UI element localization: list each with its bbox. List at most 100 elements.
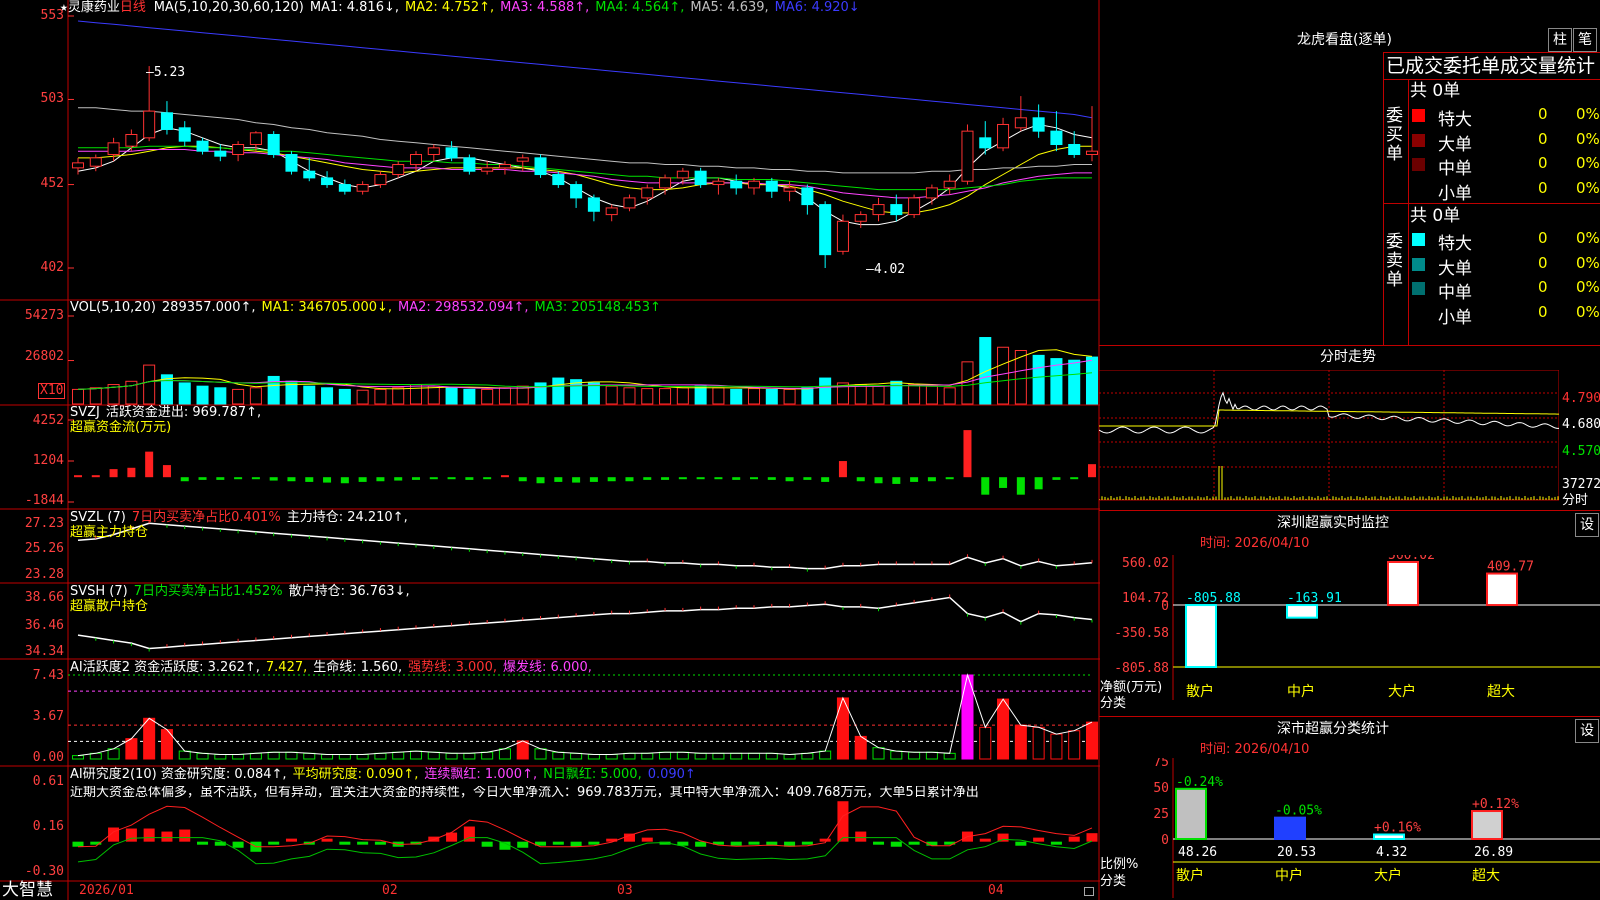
candle-down [552, 174, 565, 186]
classify-bar [1471, 810, 1503, 840]
candle-down [160, 112, 173, 130]
svsh-line [77, 596, 1093, 650]
vol-bar [890, 380, 903, 405]
bar-mode-button[interactable]: 柱 [1548, 28, 1572, 52]
monitor-time: 时间: 2026/04/10 [1200, 536, 1310, 551]
ai-bar [392, 751, 405, 760]
ai-bar [730, 752, 743, 760]
candle-up [143, 110, 156, 139]
ai-bar [783, 753, 796, 760]
research-bar [179, 829, 191, 842]
research-bar [1050, 841, 1062, 845]
classify-value-label: 20.53 [1277, 845, 1316, 860]
svzj-bar [892, 477, 901, 484]
svsh-axis-top: 38.66 [24, 590, 64, 605]
svzl-axis-bottom: 23.28 [24, 567, 64, 582]
vol-bar [232, 388, 245, 405]
research-bar [819, 838, 831, 842]
lock-icon[interactable] [1084, 887, 1094, 896]
vol-bar [321, 387, 334, 405]
ai-bar [1085, 721, 1099, 760]
vol-bar [392, 387, 405, 405]
ai-bar [321, 753, 334, 760]
ma-line-ma5 [78, 107, 1092, 174]
ai-bar [1032, 726, 1045, 760]
classify-time: 时间: 2026/04/10 [1200, 742, 1310, 757]
ai-bar [979, 726, 992, 760]
monitor-bar-label: 409.77 [1487, 560, 1534, 575]
classify-category: 大户 [1374, 867, 1402, 884]
ai-bar [908, 751, 921, 760]
order-row-label: 特大 [1438, 110, 1472, 130]
vol-bar [71, 388, 85, 405]
classify-settings-button[interactable]: 设 [1575, 719, 1599, 743]
vol-ma-line [77, 359, 1093, 390]
vol-bar [783, 388, 796, 405]
kline-chart-area[interactable] [0, 0, 1100, 900]
vol-unit-badge: X10 [38, 383, 66, 399]
intraday-chart[interactable] [1099, 370, 1559, 510]
monitor-chart[interactable]: 560.02104.720-350.58-805.88-805.88 -163.9… [1099, 555, 1600, 715]
vol-header: VOL(5,10,20) 289357.000↑, MA1: 346705.000↓… [70, 301, 667, 315]
order-row-count: 0 [1538, 129, 1548, 148]
ai-bar [125, 738, 138, 760]
candle-up [409, 154, 423, 166]
vol-bar [925, 385, 938, 405]
candle-down [1050, 130, 1063, 146]
classify-chart[interactable]: 75 50 25 0 -0.24% 48.26 散户 -0.05% 20.53 中户 +0.16% 4… [1099, 758, 1600, 900]
svzj-bar [358, 477, 367, 482]
research-bar [570, 841, 582, 847]
ai-bar [819, 750, 832, 760]
vol-bar [730, 388, 743, 405]
monitor-axis-label: 560.02 [1122, 556, 1169, 571]
intraday-axis-bottom: 4.570 [1562, 444, 1600, 459]
period-label[interactable]: 日线 [120, 0, 146, 15]
header-item: MA2: 298532.094↑, [398, 300, 529, 315]
ai-research-header: AI研究度2(10) 资金研究度: 0.084↑, 平均研究度: 0.090↑, 连… [70, 768, 702, 782]
vol-ma-line [77, 349, 1093, 390]
ai-bar [1068, 730, 1081, 760]
vol-bar [356, 389, 369, 405]
tick-mode-button[interactable]: 笔 [1573, 28, 1597, 52]
monitor-settings-button[interactable]: 设 [1575, 513, 1599, 537]
svzj-bar [803, 477, 812, 480]
order-row-label: 小单 [1438, 307, 1472, 328]
research-bar [1086, 833, 1098, 842]
research-bar [232, 841, 244, 848]
order-row-label: 小单 [1438, 183, 1472, 204]
vol-bar [463, 388, 476, 405]
order-row-count: 0 [1538, 105, 1548, 123]
low-note: –4.02 [866, 262, 906, 277]
candle-up [659, 177, 672, 189]
candle-down [890, 204, 903, 216]
ma-line-ma3 [78, 149, 1092, 199]
ai-bar [427, 751, 440, 760]
header-item: MA6: 4.920↓ [774, 0, 860, 15]
svzj-panel [68, 419, 1097, 503]
sell-total: 共 0单 [1410, 206, 1461, 226]
header-item: SVZL (7) [70, 510, 126, 525]
header-item: MA3: 4.588↑, [500, 0, 590, 15]
ai-research-panel [72, 801, 1098, 865]
ai-bar [374, 752, 387, 760]
header-item: N日飘红: 5.000, [543, 767, 642, 782]
candle-up [961, 130, 974, 182]
candle-down [178, 127, 191, 142]
date-tick-apr: 04 [988, 883, 1004, 898]
high-note: –5.23 [146, 65, 186, 80]
research-bar [1068, 836, 1080, 842]
order-row: 小单 0 0% [1412, 302, 1600, 328]
vol-bar [676, 387, 689, 405]
ai-activity-panel [68, 673, 1099, 760]
svzj-bar [572, 477, 581, 483]
ai-bar [196, 752, 209, 760]
research-bar [588, 841, 600, 845]
ma-line-ma6 [77, 20, 1093, 119]
header-item: 连续飘红: 1.000↑, [424, 767, 538, 782]
header-item: 平均研究度: 0.090↑, [292, 767, 419, 782]
research-bar [161, 831, 173, 842]
ai-bar [232, 753, 245, 760]
price-axis-553: 553 [40, 8, 64, 23]
res-axis-top: 0.61 [32, 774, 64, 789]
candle-up [712, 180, 725, 186]
